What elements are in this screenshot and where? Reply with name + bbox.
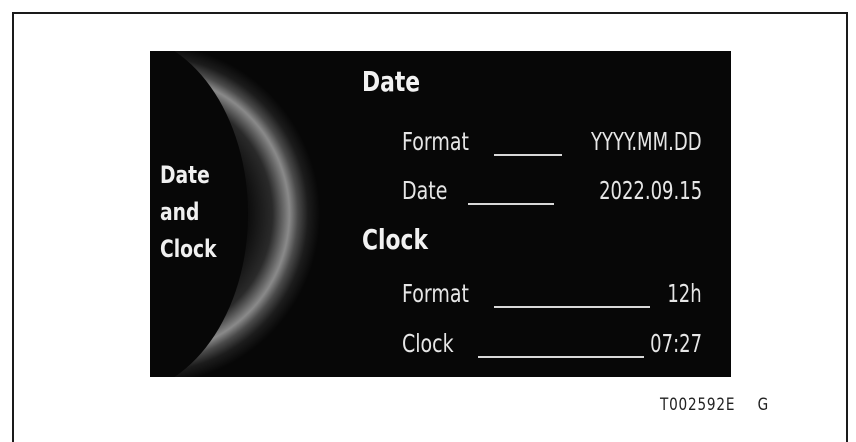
display-screen: Date and Clock Date Format YYYY.MM.DD Da… bbox=[150, 51, 731, 377]
clock-format-value: 12h bbox=[667, 279, 702, 308]
leader-line bbox=[494, 306, 650, 308]
date-format-row[interactable]: Format YYYY.MM.DD bbox=[402, 127, 702, 159]
leader-line bbox=[494, 154, 562, 156]
date-format-label: Format bbox=[402, 127, 469, 156]
menu-title-line-3: Clock bbox=[160, 235, 217, 263]
leader-line bbox=[468, 203, 554, 205]
figure-code-id: T002592E bbox=[660, 395, 736, 415]
figure-code-suffix: G bbox=[757, 395, 769, 415]
leader-line bbox=[478, 356, 644, 358]
date-value-row[interactable]: Date 2022.09.15 bbox=[402, 176, 702, 208]
clock-format-label: Format bbox=[402, 279, 469, 308]
date-value: 2022.09.15 bbox=[598, 176, 702, 205]
menu-title-line-1: Date bbox=[160, 161, 210, 189]
clock-format-row[interactable]: Format 12h bbox=[402, 279, 702, 311]
date-heading: Date bbox=[362, 65, 421, 98]
menu-title: Date and Clock bbox=[160, 157, 238, 268]
menu-title-line-2: and bbox=[160, 198, 200, 226]
date-format-value: YYYY.MM.DD bbox=[591, 127, 702, 156]
clock-value: 07:27 bbox=[650, 329, 702, 358]
figure-code: T002592E G bbox=[660, 395, 769, 415]
clock-heading: Clock bbox=[362, 223, 428, 256]
clock-value-row[interactable]: Clock 07:27 bbox=[402, 329, 702, 361]
clock-label: Clock bbox=[402, 329, 454, 358]
date-label: Date bbox=[402, 176, 448, 205]
